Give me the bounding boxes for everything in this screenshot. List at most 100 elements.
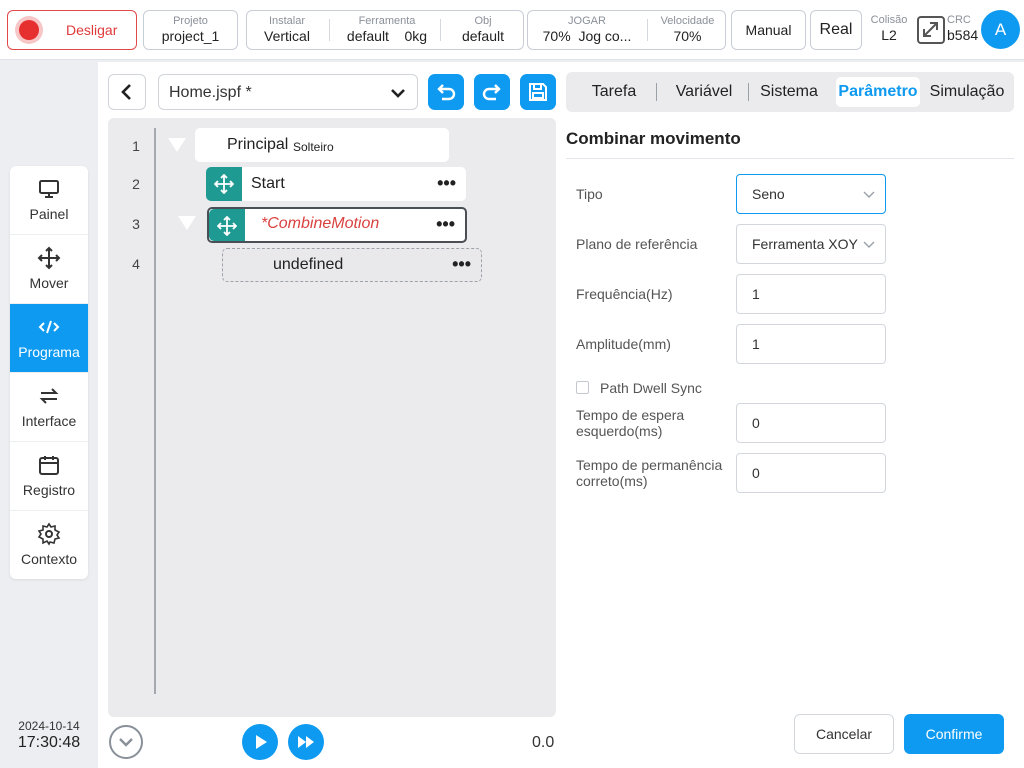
chevron-down-icon bbox=[863, 239, 875, 249]
tree-node-label: Start bbox=[251, 175, 285, 192]
espera-esquerdo-label: Tempo de espera esquerdo(ms) bbox=[576, 407, 685, 439]
jog-value: 70% bbox=[542, 28, 571, 44]
project-selector[interactable]: Projeto project_1 bbox=[143, 10, 238, 50]
redo-icon bbox=[482, 84, 501, 101]
move-arrows-icon bbox=[214, 174, 234, 194]
nav-label-registro: Registro bbox=[22, 482, 76, 498]
crc-label: CRC bbox=[947, 14, 971, 26]
tree-node-principal[interactable]: Principal Solteiro bbox=[195, 128, 449, 162]
jog-speed-panel[interactable]: JOGAR 70% Jog co... Velocidade 70% bbox=[527, 10, 726, 50]
back-button[interactable] bbox=[108, 74, 146, 110]
chevron-down-circle-icon bbox=[109, 725, 143, 759]
nav-item-programa[interactable]: Programa bbox=[10, 304, 88, 373]
amplitude-label: Amplitude(mm) bbox=[576, 336, 671, 352]
tipo-select[interactable]: Seno bbox=[736, 174, 886, 214]
tab-tarefa[interactable]: Tarefa bbox=[576, 72, 652, 112]
tab-parametro[interactable]: Parâmetro bbox=[836, 72, 920, 112]
line-number: 3 bbox=[132, 216, 140, 232]
tree-node-sublabel: Solteiro bbox=[293, 140, 334, 154]
nav-item-painel[interactable]: Painel bbox=[10, 166, 88, 235]
collapse-triangle-icon[interactable] bbox=[178, 216, 196, 230]
confirm-button[interactable]: Confirme bbox=[904, 714, 1004, 754]
line-number: 2 bbox=[132, 176, 140, 192]
tree-node-undefined[interactable]: undefined ••• bbox=[222, 248, 482, 282]
section-divider bbox=[566, 158, 1014, 159]
path-dwell-sync-checkbox[interactable] bbox=[576, 381, 589, 394]
plano-label: Plano de referência bbox=[576, 236, 698, 252]
obj-value: default bbox=[461, 28, 505, 44]
collision-indicator[interactable]: Colisão L2 bbox=[866, 14, 912, 44]
permanencia-correto-input[interactable]: 0 bbox=[736, 453, 886, 493]
nav-label-contexto: Contexto bbox=[20, 551, 78, 567]
tipo-value: Seno bbox=[752, 186, 785, 202]
power-indicator-icon bbox=[19, 20, 39, 40]
monitor-icon bbox=[39, 180, 59, 198]
tab-variavel[interactable]: Variável bbox=[662, 72, 746, 112]
nav-label-interface: Interface bbox=[21, 413, 77, 429]
chevron-down-icon bbox=[391, 89, 405, 98]
obj-label: Obj bbox=[474, 15, 492, 27]
program-file-name: Home.jspf * bbox=[169, 84, 252, 101]
undo-button[interactable] bbox=[428, 74, 464, 110]
drag-handle[interactable] bbox=[206, 167, 242, 201]
tree-node-start[interactable]: Start ••• bbox=[206, 167, 466, 201]
tree-node-combine-motion[interactable]: *CombineMotion ••• bbox=[207, 207, 467, 243]
drag-handle[interactable] bbox=[209, 209, 245, 241]
power-off-label: Desligar bbox=[66, 22, 118, 38]
espera-esquerdo-input[interactable]: 0 bbox=[736, 403, 886, 443]
nav-item-interface[interactable]: Interface bbox=[10, 373, 88, 442]
plano-value: Ferramenta XOY bbox=[752, 236, 858, 252]
tool-label: Ferramenta bbox=[358, 15, 416, 27]
project-value: project_1 bbox=[161, 28, 220, 44]
plano-select[interactable]: Ferramenta XOY bbox=[736, 224, 886, 264]
move-arrows-icon bbox=[217, 216, 237, 236]
jog-mode: Jog co... bbox=[578, 28, 632, 44]
collapse-triangle-icon[interactable] bbox=[168, 138, 186, 152]
more-options-icon[interactable]: ••• bbox=[436, 214, 455, 235]
run-speed-readout: 0.0 bbox=[532, 734, 555, 751]
more-options-icon[interactable]: ••• bbox=[437, 173, 456, 194]
nav-item-registro[interactable]: Registro bbox=[10, 442, 88, 511]
nav-item-contexto[interactable]: Contexto bbox=[10, 511, 88, 579]
program-file-select[interactable]: Home.jspf * bbox=[158, 74, 418, 110]
nav-label-programa: Programa bbox=[18, 344, 80, 360]
power-off-button[interactable]: Desligar bbox=[7, 10, 137, 50]
expand-down-button[interactable] bbox=[108, 724, 144, 760]
play-icon bbox=[256, 735, 267, 749]
nav-label-painel: Painel bbox=[29, 206, 69, 222]
undo-icon bbox=[437, 84, 456, 101]
tab-simulacao[interactable]: Simulação bbox=[924, 72, 1010, 112]
real-mode-button[interactable]: Real bbox=[810, 10, 862, 50]
crc-value: b584 bbox=[947, 27, 979, 43]
chevron-down-icon bbox=[863, 191, 875, 198]
installation-panel[interactable]: Instalar Vertical Ferramenta default 0kg… bbox=[246, 10, 524, 50]
clock-date: 2024-10-14 bbox=[18, 719, 80, 733]
panel-tabs: Tarefa Variável Sistema Parâmetro Simula… bbox=[566, 72, 1014, 112]
more-options-icon[interactable]: ••• bbox=[452, 254, 471, 275]
frequencia-label: Frequência(Hz) bbox=[576, 286, 673, 302]
nav-item-mover[interactable]: Mover bbox=[10, 235, 88, 304]
fast-forward-icon bbox=[298, 736, 314, 748]
save-button[interactable] bbox=[520, 74, 556, 110]
frequencia-input[interactable]: 1 bbox=[736, 274, 886, 314]
nav-label-mover: Mover bbox=[29, 275, 69, 291]
redo-button[interactable] bbox=[474, 74, 510, 110]
manual-mode-button[interactable]: Manual bbox=[731, 10, 806, 50]
play-button[interactable] bbox=[242, 724, 278, 760]
fullscreen-icon[interactable] bbox=[916, 16, 946, 44]
move-arrows-icon bbox=[37, 246, 61, 270]
swap-arrows-icon bbox=[39, 388, 59, 404]
tool-weight: 0kg bbox=[404, 28, 428, 44]
user-avatar[interactable]: A bbox=[981, 10, 1020, 49]
step-forward-button[interactable] bbox=[288, 724, 324, 760]
tool-value: default bbox=[346, 28, 389, 44]
top-status-bar: Desligar Projeto project_1 Instalar Vert… bbox=[0, 0, 1024, 60]
amplitude-input[interactable]: 1 bbox=[736, 324, 886, 364]
cancel-button[interactable]: Cancelar bbox=[794, 714, 894, 754]
save-icon bbox=[529, 83, 547, 101]
tree-node-label: undefined bbox=[273, 256, 344, 273]
tab-sistema[interactable]: Sistema bbox=[754, 72, 824, 112]
path-dwell-sync-label: Path Dwell Sync bbox=[600, 380, 702, 396]
collision-label: Colisão bbox=[870, 14, 908, 26]
speed-value: 70% bbox=[673, 28, 702, 44]
